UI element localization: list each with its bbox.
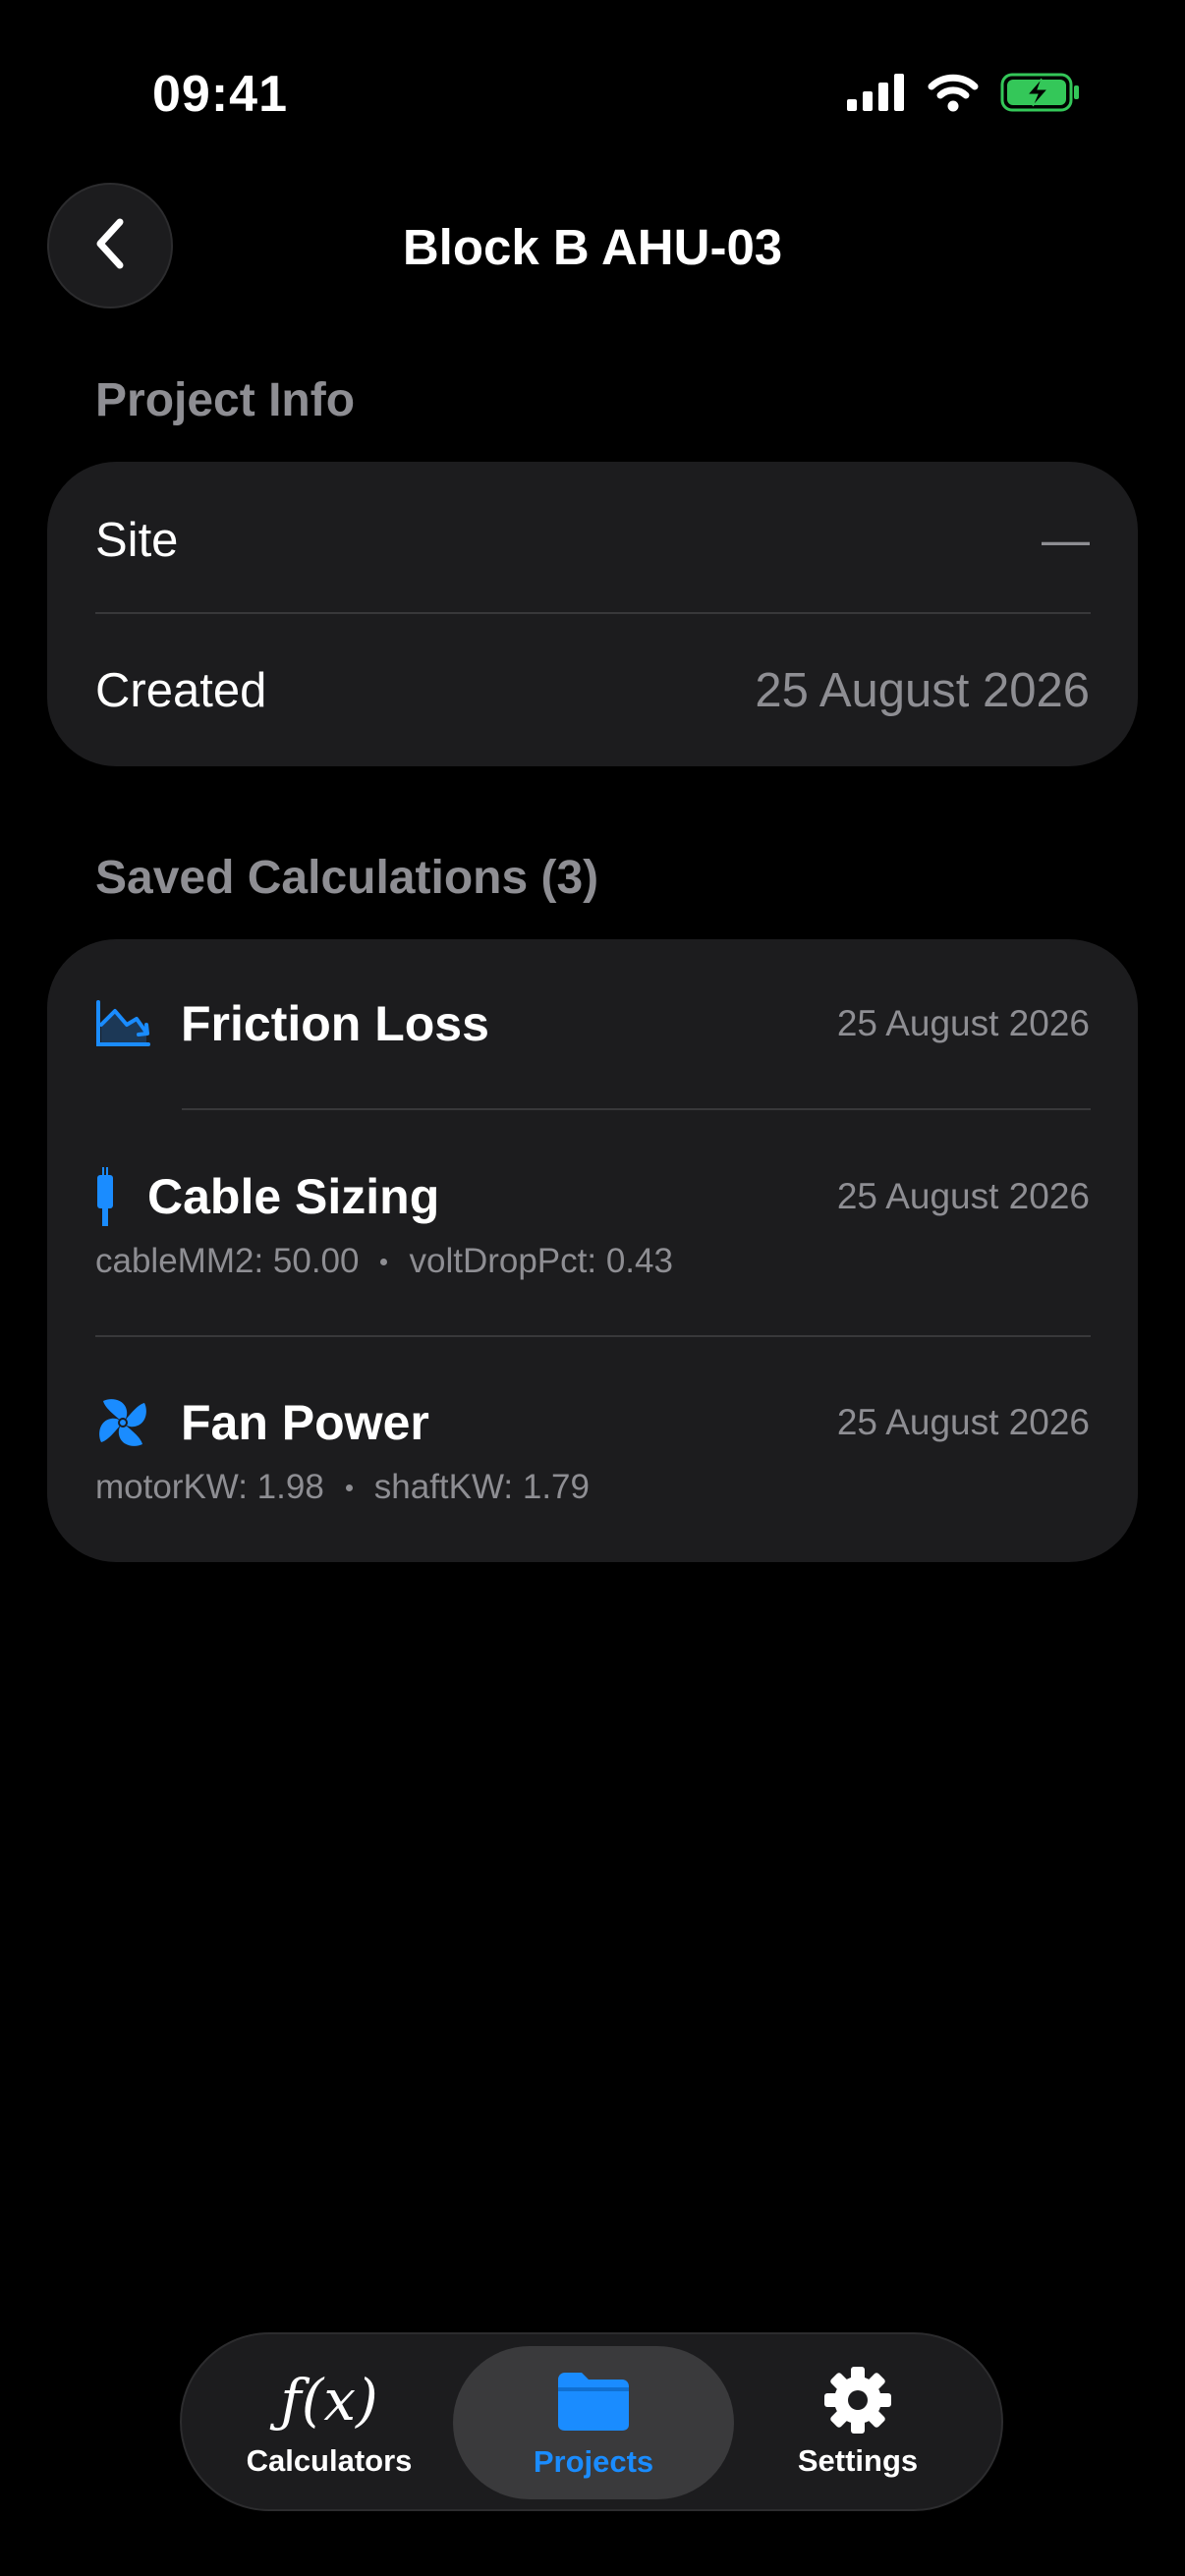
info-label: Created xyxy=(95,664,267,717)
calc-detail: voltDropPct: 0.43 xyxy=(409,1242,673,1280)
info-row-created: Created 25 August 2026 xyxy=(95,651,1090,730)
info-value: 25 August 2026 xyxy=(755,664,1090,717)
calc-title: Cable Sizing xyxy=(147,1169,440,1224)
calc-detail: motorKW: 1.98 xyxy=(95,1468,324,1506)
page-title: Block B AHU-03 xyxy=(402,219,783,275)
info-row-site: Site — xyxy=(95,501,1090,580)
tab-label: Calculators xyxy=(246,2443,413,2478)
cable-connector-icon xyxy=(95,1167,147,1226)
tab-bar: ƒ(x) Calculators Projects Settings xyxy=(180,2332,1003,2511)
calc-row-friction-loss[interactable]: Friction Loss 25 August 2026 xyxy=(95,984,1090,1063)
calc-details: cableMM2: 50.00 voltDropPct: 0.43 xyxy=(95,1242,1090,1281)
status-icons xyxy=(847,73,1081,117)
calc-date: 25 August 2026 xyxy=(836,1003,1090,1043)
calc-title: Fan Power xyxy=(181,1395,429,1450)
separator-dot xyxy=(380,1258,388,1265)
info-value: — xyxy=(1042,514,1090,567)
section-header-project-info: Project Info xyxy=(95,374,356,426)
project-info-card: Site — Created 25 August 2026 xyxy=(47,462,1138,766)
calc-details: motorKW: 1.98 shaftKW: 1.79 xyxy=(95,1468,1090,1507)
calc-date: 25 August 2026 xyxy=(836,1176,1090,1216)
info-label: Site xyxy=(95,514,179,567)
wifi-icon xyxy=(928,73,979,117)
section-header-saved-calculations: Saved Calculations (3) xyxy=(95,852,599,904)
calc-detail: cableMM2: 50.00 xyxy=(95,1242,360,1280)
calc-title: Friction Loss xyxy=(181,996,489,1051)
calc-row-cable-sizing[interactable]: Cable Sizing 25 August 2026 cableMM2: 50… xyxy=(95,1157,1090,1281)
chart-line-downtrend-icon xyxy=(95,996,181,1051)
divider xyxy=(182,1108,1091,1110)
tab-projects[interactable]: Projects xyxy=(453,2346,734,2499)
function-icon: ƒ(x) xyxy=(280,2367,378,2434)
gear-icon xyxy=(822,2365,893,2436)
cellular-signal-icon xyxy=(847,74,906,116)
calc-row-fan-power[interactable]: Fan Power 25 August 2026 motorKW: 1.98 s… xyxy=(95,1383,1090,1507)
tab-calculators[interactable]: ƒ(x) Calculators xyxy=(221,2334,437,2509)
divider xyxy=(95,1335,1091,1337)
divider xyxy=(95,612,1091,614)
tab-settings[interactable]: Settings xyxy=(750,2334,966,2509)
status-time: 09:41 xyxy=(152,66,288,123)
calc-detail: shaftKW: 1.79 xyxy=(373,1468,590,1506)
tab-label: Projects xyxy=(533,2444,654,2479)
battery-charging-icon xyxy=(1000,73,1081,117)
separator-dot xyxy=(345,1484,353,1491)
folder-icon xyxy=(554,2366,633,2436)
calc-date: 25 August 2026 xyxy=(836,1402,1090,1442)
fan-icon xyxy=(95,1395,181,1450)
tab-label: Settings xyxy=(797,2443,919,2478)
saved-calculations-card: Friction Loss 25 August 2026 Cable Sizin… xyxy=(47,939,1138,1562)
